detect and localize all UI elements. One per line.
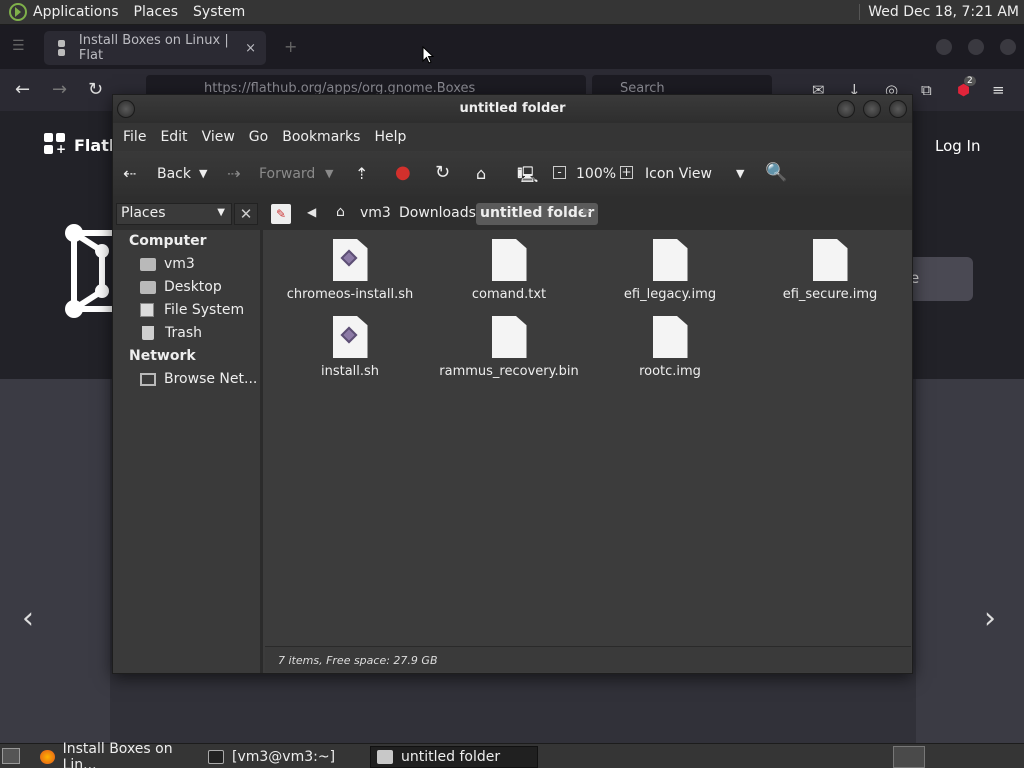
close-sidebar-button[interactable]: ✕	[234, 203, 258, 225]
forward-arrow-icon: ⇢	[227, 164, 241, 183]
workspace-switcher[interactable]	[893, 746, 925, 768]
browser-tab-title: Install Boxes on Linux | Flat	[78, 33, 229, 63]
breadcrumb-left-icon[interactable]: ◀	[307, 205, 316, 219]
stop-icon[interactable]: ●	[395, 162, 411, 183]
view-mode-select[interactable]: Icon View	[645, 166, 712, 182]
breadcrumb-right-icon[interactable]: ▶	[583, 206, 591, 217]
places-select-label: Places	[121, 205, 166, 221]
places-sidebar	[113, 230, 263, 673]
close-icon[interactable]	[889, 100, 907, 118]
breadcrumb-downloads[interactable]: Downloads	[395, 203, 480, 225]
places-select[interactable]: Places ▼	[116, 203, 232, 225]
forward-button: Forward	[259, 166, 316, 182]
home-breadcrumb-icon: ⌂	[336, 204, 345, 220]
task-label: [vm3@vm3:~]	[232, 749, 336, 765]
edit-location-icon[interactable]: ✎	[271, 204, 291, 224]
breadcrumb-vm3[interactable]: vm3	[356, 203, 395, 225]
tab-list-icon[interactable]: ☰	[12, 38, 25, 54]
task-terminal[interactable]: [vm3@vm3:~]	[202, 746, 366, 768]
search-icon[interactable]: 🔍	[765, 162, 787, 183]
flathub-favicon-icon	[58, 40, 73, 56]
extension-badge: 2	[964, 76, 976, 86]
fm-location-bar: Places ▼ ✕ ✎ ◀ ⌂ vm3 Downloads untitled …	[113, 196, 912, 230]
fm-menubar: File Edit View Go Bookmarks Help	[113, 123, 912, 151]
carousel-prev-icon[interactable]: ‹	[22, 601, 34, 636]
places-dropdown-icon: ▼	[217, 207, 225, 218]
computer-icon[interactable]: 🖳	[517, 164, 538, 191]
bottom-panel: Install Boxes on Lin... [vm3@vm3:~] unti…	[0, 741, 1024, 768]
maximize-icon[interactable]	[863, 100, 881, 118]
browser-forward-icon[interactable]: →	[52, 79, 67, 100]
forward-history-dropdown-icon: ▼	[325, 167, 334, 180]
distro-logo-icon[interactable]	[9, 3, 27, 21]
menu-view[interactable]: View	[202, 129, 235, 145]
up-icon[interactable]: ⇡	[355, 164, 368, 183]
task-label: untitled folder	[401, 749, 501, 765]
breadcrumb-untitled-folder[interactable]: untitled folder	[476, 203, 599, 225]
task-file-manager[interactable]: untitled folder	[370, 746, 538, 768]
view-mode-dropdown-icon[interactable]: ▼	[736, 167, 744, 180]
flathub-brand[interactable]: + Flath	[44, 133, 120, 157]
tab-close-icon[interactable]: ×	[245, 41, 256, 56]
menu-file[interactable]: File	[123, 129, 146, 145]
top-panel: Applications Places System Wed Dec 18, 7…	[0, 0, 1024, 25]
system-menu[interactable]: System	[193, 4, 245, 20]
browser-tab[interactable]: Install Boxes on Linux | Flat ×	[44, 31, 266, 65]
browser-minimize-icon[interactable]	[936, 39, 952, 55]
menu-bookmarks[interactable]: Bookmarks	[282, 129, 360, 145]
home-folder-icon[interactable]: ⌂	[476, 164, 486, 183]
folder-icon	[377, 750, 393, 764]
terminal-icon	[208, 750, 224, 764]
task-label: Install Boxes on Lin...	[62, 741, 173, 768]
back-history-dropdown-icon[interactable]: ▼	[199, 167, 207, 180]
fm-toolbar: ⇠ Back ▼ ⇢ Forward ▼ ⇡ ● ↻ ⌂ 🖳 - 100% + …	[113, 151, 912, 196]
fm-titlebar[interactable]: untitled folder	[113, 95, 912, 123]
carousel-next-icon[interactable]: ›	[984, 601, 996, 636]
browser-reload-icon[interactable]: ↻	[88, 79, 103, 100]
zoom-level: 100%	[576, 166, 617, 182]
show-desktop-icon[interactable]	[2, 748, 20, 764]
flathub-logo-icon: +	[44, 133, 66, 157]
browser-close-icon[interactable]	[1000, 39, 1016, 55]
minimize-icon[interactable]	[837, 100, 855, 118]
reload-icon[interactable]: ↻	[435, 162, 450, 183]
back-arrow-icon[interactable]: ⇠	[123, 164, 136, 183]
applications-menu[interactable]: Applications	[33, 4, 119, 20]
browser-maximize-icon[interactable]	[968, 39, 984, 55]
file-manager-window: untitled folder File Edit View Go Bookma…	[112, 94, 913, 674]
zoom-in-icon[interactable]: +	[620, 166, 633, 179]
task-browser[interactable]: Install Boxes on Lin...	[34, 741, 198, 768]
places-menu[interactable]: Places	[134, 4, 179, 20]
extensions-icon[interactable]: ⧉	[921, 81, 932, 99]
new-tab-icon[interactable]: +	[284, 37, 297, 56]
menu-edit[interactable]: Edit	[160, 129, 187, 145]
menu-go[interactable]: Go	[249, 129, 268, 145]
browser-tab-bar: ☰ Install Boxes on Linux | Flat × +	[0, 25, 1024, 69]
firefox-icon	[40, 750, 55, 764]
browser-back-icon[interactable]: ←	[15, 79, 30, 100]
mouse-cursor-icon	[422, 46, 434, 64]
fm-window-title: untitled folder	[459, 101, 566, 116]
login-link[interactable]: Log In	[935, 137, 981, 155]
menu-help[interactable]: Help	[374, 129, 406, 145]
zoom-out-icon[interactable]: -	[553, 166, 566, 179]
browser-menu-icon[interactable]: ≡	[992, 81, 1005, 99]
clock[interactable]: Wed Dec 18, 7:21 AM	[859, 4, 1019, 20]
window-menu-icon[interactable]	[117, 100, 135, 118]
back-button[interactable]: Back	[157, 166, 191, 182]
